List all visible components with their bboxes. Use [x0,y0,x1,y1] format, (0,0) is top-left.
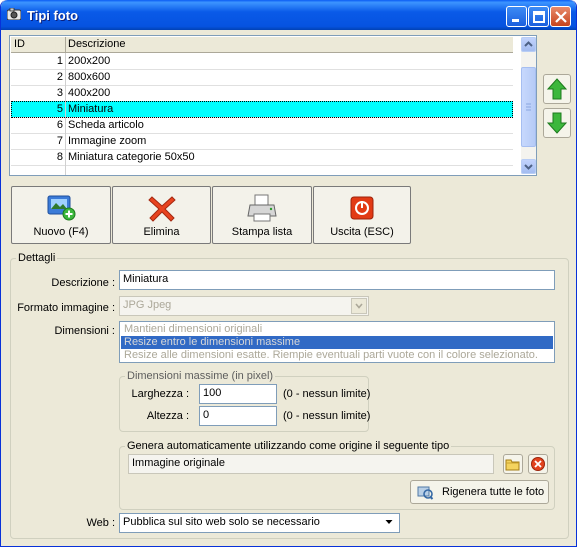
table-row[interactable]: 2 800x600 [11,69,513,86]
column-header-id[interactable]: ID [14,38,25,50]
details-group-title: Dettagli [16,252,58,264]
larghezza-label: Larghezza : [131,388,189,400]
camera-icon [6,7,22,21]
regenerate-all-label: Rigenera tutte le foto [442,486,545,498]
row-descrizione: 200x200 [68,55,111,67]
table-row-selected[interactable]: 5 Miniatura [11,101,513,118]
origine-input: Immagine originale [128,454,494,474]
scroll-up-button[interactable] [521,37,536,52]
arrow-down-icon [546,112,568,134]
descrizione-label: Descrizione : [51,277,115,289]
close-icon [555,11,567,23]
clear-icon [531,457,545,471]
larghezza-input[interactable]: 100 [199,384,277,404]
minimize-button[interactable] [506,6,527,27]
formato-select[interactable]: JPG Jpeg [119,296,369,316]
folder-icon [505,459,520,471]
row-descrizione: 400x200 [68,87,111,99]
dimensioni-option[interactable]: Resize alle dimensioni esatte. Riempie e… [121,349,553,362]
new-photo-icon [47,195,76,221]
chevron-down-icon [382,515,398,531]
larghezza-hint: (0 - nessun limite) [283,388,371,400]
altezza-input[interactable]: 0 [199,406,277,426]
regenerate-all-button[interactable]: Rigenera tutte le foto [410,480,549,504]
window-title: Tipi foto [27,8,79,23]
print-button-label: Stampa lista [231,226,293,238]
scroll-down-button[interactable] [521,159,536,174]
delete-x-icon [147,196,176,222]
dimensioni-option[interactable]: Mantieni dimensioni originali [121,323,553,336]
chevron-down-icon [524,164,533,170]
print-button[interactable]: Stampa lista [212,186,312,244]
formato-select-value: JPG Jpeg [123,299,172,311]
exit-icon [350,196,374,220]
maximize-icon [533,11,545,23]
regenerate-icon [417,486,434,500]
row-descrizione: Miniatura [68,103,114,115]
table-row[interactable]: 7 Immagine zoom [11,133,513,150]
table-row[interactable]: 3 400x200 [11,85,513,102]
origin-group-title: Genera automaticamente utilizzando come … [125,440,452,452]
photo-types-grid[interactable]: ID Descrizione 1 200x200 2 800x600 3 400… [9,35,537,176]
descrizione-input[interactable]: Miniatura [119,270,555,290]
row-id: 3 [56,87,63,99]
table-row-empty [11,165,513,175]
row-id: 1 [56,55,63,67]
scroll-thumb[interactable] [521,67,536,147]
row-descrizione: Miniatura categorie 50x50 [68,151,195,163]
printer-icon [247,194,277,222]
table-row[interactable]: 1 200x200 [11,53,513,70]
exit-button[interactable]: Uscita (ESC) [313,186,411,244]
row-id: 5 [56,103,63,115]
grid-scrollbar[interactable] [521,37,536,174]
row-descrizione: 800x600 [68,71,111,83]
new-button[interactable]: Nuovo (F4) [11,186,111,244]
max-dimensions-group-title: Dimensioni massime (in pixel) [125,370,276,382]
row-id: 6 [56,119,63,131]
web-select[interactable]: Pubblica sul sito web solo se necessario [119,513,400,533]
close-button[interactable] [550,6,571,27]
exit-button-label: Uscita (ESC) [330,226,394,238]
clear-origin-button[interactable] [528,454,548,474]
row-id: 8 [56,151,63,163]
altezza-label: Altezza : [146,410,189,422]
row-descrizione: Immagine zoom [68,135,147,147]
row-descrizione: Scheda articolo [68,119,144,131]
grid-header: ID Descrizione [11,37,513,53]
row-id: 2 [56,71,63,83]
web-label: Web : [86,517,115,529]
dimensioni-label: Dimensioni : [54,325,115,337]
chevron-up-icon [524,41,533,47]
new-button-label: Nuovo (F4) [33,226,89,238]
altezza-hint: (0 - nessun limite) [283,410,371,422]
table-row[interactable]: 8 Miniatura categorie 50x50 [11,149,513,166]
maximize-button[interactable] [528,6,549,27]
move-up-button[interactable] [543,74,571,104]
web-select-value: Pubblica sul sito web solo se necessario [123,516,320,528]
chevron-down-icon [351,298,367,314]
move-down-button[interactable] [543,108,571,138]
arrow-up-icon [546,78,568,100]
delete-button[interactable]: Elimina [112,186,211,244]
dimensioni-option-selected[interactable]: Resize entro le dimensioni massime [121,336,553,349]
table-row[interactable]: 6 Scheda articolo [11,117,513,134]
browse-origin-button[interactable] [503,454,523,474]
minimize-icon [512,19,519,22]
column-header-descrizione[interactable]: Descrizione [68,38,125,50]
title-bar[interactable]: Tipi foto [1,0,576,30]
dimensioni-listbox[interactable]: Mantieni dimensioni originali Resize ent… [119,321,555,363]
delete-button-label: Elimina [143,226,180,238]
row-id: 7 [56,135,63,147]
formato-label: Formato immagine : [17,302,115,314]
window: Tipi foto ID Descrizione 1 200x200 2 800… [0,0,577,547]
